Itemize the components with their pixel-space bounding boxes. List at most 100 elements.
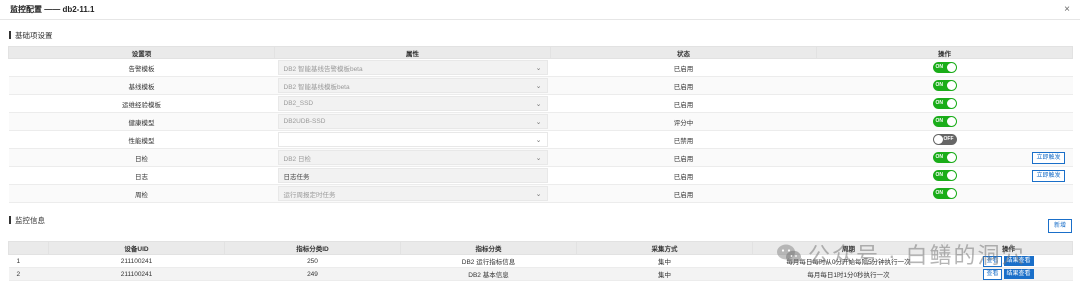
- basic-settings-header: 基础项设置: [0, 28, 1080, 42]
- enable-toggle[interactable]: ON: [932, 80, 957, 91]
- close-icon[interactable]: ×: [1064, 4, 1070, 15]
- header-operation: 操作: [944, 241, 1073, 255]
- setting-item-label: 日检: [8, 148, 275, 167]
- toggle-label: OFF: [943, 136, 954, 142]
- chevron-down-icon[interactable]: ⌄: [536, 118, 542, 126]
- monitor-info-title: 监控信息: [15, 215, 45, 225]
- basic-row: 日志 日志任务 已启用 ON 立即触发: [8, 166, 1073, 185]
- table-row: 2 211100241 249 DB2 基本信息 集中 每月每日1时1分0秒执行一次 查看结…: [8, 267, 1073, 281]
- section-marker: [9, 31, 11, 39]
- header-category-id: 指标分类ID: [224, 241, 401, 255]
- attribute-select[interactable]: DB2 智能基线模板beta ⌄: [277, 78, 548, 93]
- chevron-down-icon[interactable]: ⌄: [536, 100, 542, 108]
- enable-toggle[interactable]: ON: [932, 170, 957, 181]
- enable-toggle[interactable]: ON: [932, 188, 957, 199]
- result-view-button[interactable]: 结果查看: [1003, 255, 1034, 266]
- toggle-label: ON: [935, 118, 944, 124]
- chevron-down-icon[interactable]: ⌄: [536, 64, 542, 72]
- monitor-config-dialog: 监控配置 —— db2-11.1 × 基础项设置 设置项 属性 状态 操作 告警…: [0, 0, 1080, 300]
- section-marker: [9, 216, 11, 224]
- toggle-knob: [946, 99, 956, 108]
- add-button[interactable]: 新增: [1047, 219, 1072, 233]
- period: 每月每日每时从0分开始每隔5分钟执行一次: [752, 254, 945, 268]
- setting-item-label: 健康模型: [8, 112, 275, 131]
- operation-cell: ON 立即触发: [816, 166, 1073, 185]
- attribute-value: DB2 日检: [283, 155, 311, 163]
- header-attribute: 属性: [274, 46, 551, 59]
- chevron-down-icon[interactable]: ⌄: [536, 82, 542, 90]
- enable-toggle[interactable]: ON: [932, 98, 957, 109]
- toggle-label: ON: [935, 190, 944, 196]
- setting-item-label: 基线模板: [8, 76, 275, 95]
- enable-toggle[interactable]: ON: [932, 152, 957, 163]
- chevron-down-icon[interactable]: ⌄: [536, 154, 542, 162]
- view-button[interactable]: 查看: [983, 255, 1002, 267]
- trigger-now-button[interactable]: 立即触发: [1032, 170, 1065, 182]
- attribute-cell: DB2_SSD ⌄: [274, 94, 551, 113]
- chevron-down-icon[interactable]: ⌄: [536, 136, 542, 144]
- header-collect-method: 采集方式: [576, 241, 753, 255]
- enable-toggle[interactable]: OFF: [932, 134, 957, 145]
- basic-row: 运维经验模板 DB2_SSD ⌄ 已启用 ON: [8, 94, 1073, 113]
- toggle-label: ON: [935, 64, 944, 70]
- setting-item-label: 性能模型: [8, 130, 275, 149]
- status-text: 已启用: [550, 148, 817, 167]
- attribute-cell: DB2 智能基线模板beta ⌄: [274, 76, 551, 95]
- header-device-uid: 设备UID: [48, 241, 225, 255]
- status-text: 已启用: [550, 184, 817, 203]
- attribute-select[interactable]: DB2UDB-SSD ⌄: [277, 114, 548, 129]
- category: DB2 运行指标信息: [400, 254, 577, 268]
- operation-cell: ON: [816, 112, 1073, 131]
- basic-row: 基线模板 DB2 智能基线模板beta ⌄ 已启用 ON: [8, 76, 1073, 95]
- header-operation: 操作: [816, 46, 1073, 59]
- basic-row: 性能模型 ⌄ 已禁用 OFF: [8, 130, 1073, 149]
- attribute-value: DB2UDB-SSD: [283, 118, 326, 125]
- basic-settings-title: 基础项设置: [15, 30, 53, 40]
- attribute-value: DB2 智能基线模板beta: [283, 83, 350, 91]
- attribute-value: 运行周报定时任务: [283, 191, 336, 199]
- device-uid: 211100241: [48, 254, 225, 268]
- view-button[interactable]: 查看: [983, 268, 1002, 280]
- attribute-field: 日志任务: [277, 168, 548, 183]
- attribute-select[interactable]: 运行周报定时任务 ⌄: [277, 186, 548, 201]
- collect-method: 集中: [576, 254, 753, 268]
- operation-cell: ON: [816, 94, 1073, 113]
- row-operations: 查看 结果查看: [944, 267, 1073, 281]
- basic-row: 健康模型 DB2UDB-SSD ⌄ 评分中 ON: [8, 112, 1073, 131]
- setting-item-label: 日志: [8, 166, 275, 185]
- toggle-knob: [933, 135, 943, 144]
- chevron-down-icon[interactable]: ⌄: [536, 190, 542, 198]
- collect-method: 集中: [576, 267, 753, 281]
- attribute-cell: DB2 日检 ⌄: [274, 148, 551, 167]
- attribute-select[interactable]: DB2 智能基线告警模板beta ⌄: [277, 60, 548, 75]
- status-text: 评分中: [550, 112, 817, 131]
- result-view-button[interactable]: 结果查看: [1003, 268, 1034, 279]
- enable-toggle[interactable]: ON: [932, 116, 957, 127]
- toggle-knob: [946, 153, 956, 162]
- setting-item-label: 周检: [8, 184, 275, 203]
- toggle-label: ON: [935, 154, 944, 160]
- attribute-cell: DB2 智能基线告警模板beta ⌄: [274, 58, 551, 77]
- attribute-cell: 日志任务: [274, 166, 551, 185]
- status-text: 已启用: [550, 58, 817, 77]
- toggle-label: ON: [935, 100, 944, 106]
- attribute-select[interactable]: ⌄: [277, 132, 548, 147]
- attribute-cell: DB2UDB-SSD ⌄: [274, 112, 551, 131]
- operation-cell: ON: [816, 184, 1073, 203]
- trigger-now-button[interactable]: 立即触发: [1032, 152, 1065, 164]
- attribute-value: 日志任务: [283, 173, 310, 181]
- toggle-knob: [946, 171, 956, 180]
- monitor-table-header: 设备UID 指标分类ID 指标分类 采集方式 周期 操作: [8, 241, 1073, 255]
- status-text: 已启用: [550, 94, 817, 113]
- header-status: 状态: [550, 46, 817, 59]
- period: 每月每日1时1分0秒执行一次: [752, 267, 945, 281]
- monitor-info-table: 设备UID 指标分类ID 指标分类 采集方式 周期 操作 1 211100241 2…: [8, 241, 1073, 281]
- attribute-cell: ⌄: [274, 130, 551, 149]
- setting-item-label: 告警模板: [8, 58, 275, 77]
- table-row: 1 211100241 250 DB2 运行指标信息 集中 每月每日每时从0分开始每隔5分…: [8, 254, 1073, 268]
- status-text: 已启用: [550, 76, 817, 95]
- enable-toggle[interactable]: ON: [932, 62, 957, 73]
- toggle-label: ON: [935, 172, 944, 178]
- attribute-select[interactable]: DB2 日检 ⌄: [277, 150, 548, 165]
- attribute-select[interactable]: DB2_SSD ⌄: [277, 96, 548, 111]
